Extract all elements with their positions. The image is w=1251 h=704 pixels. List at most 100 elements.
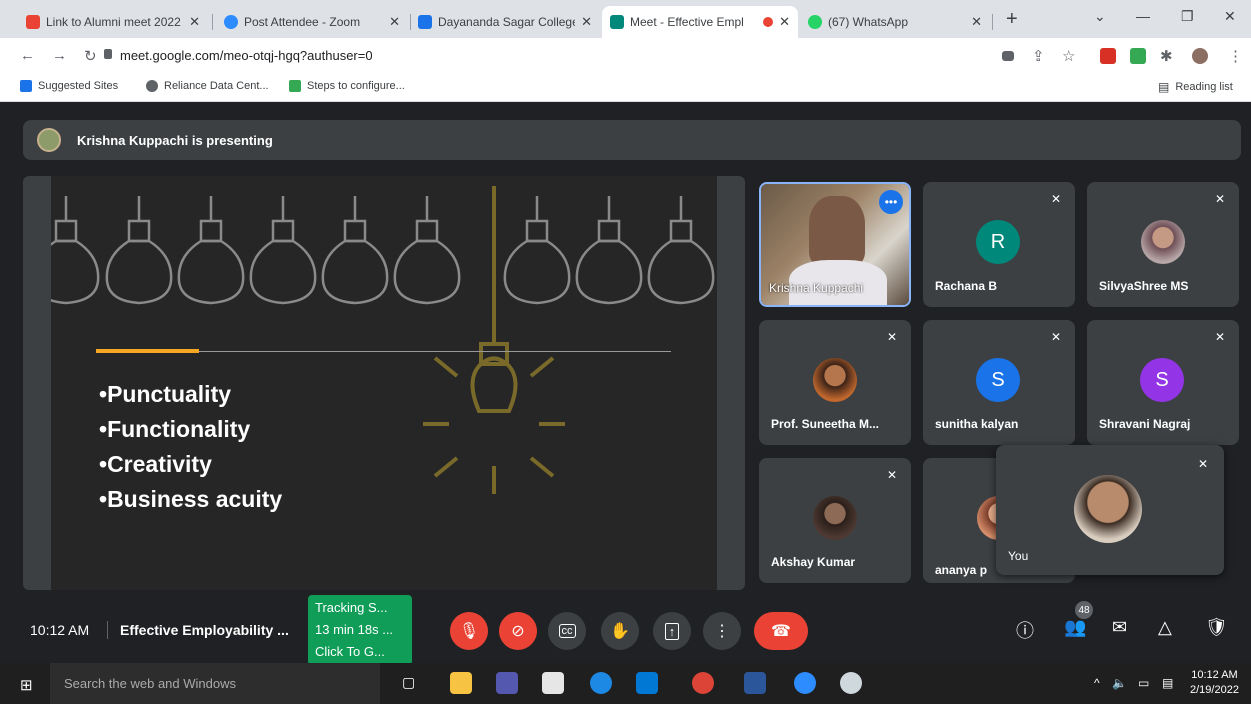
avatar <box>1141 220 1185 264</box>
action-center-icon[interactable]: ▤ <box>1162 676 1173 690</box>
file-explorer-icon[interactable] <box>450 672 472 694</box>
tab-search-icon[interactable]: ⌄ <box>1094 8 1106 25</box>
minimize-icon[interactable]: — <box>1136 8 1150 24</box>
tab-whatsapp[interactable]: (67) WhatsApp ✕ <box>800 6 990 38</box>
avatar: S <box>976 358 1020 402</box>
participant-tile-sunitha[interactable]: ✕ S sunitha kalyan <box>923 320 1075 445</box>
participant-tile-silvyashree[interactable]: ✕ SilvyaShree MS <box>1087 182 1239 307</box>
tab-alumni[interactable]: Link to Alumni meet 2022 ✕ <box>18 6 208 38</box>
mic-off-icon: ✕ <box>1214 330 1225 344</box>
more-options-button[interactable]: ⋮ <box>703 612 741 650</box>
mic-off-icon: 🎙 <box>458 623 480 640</box>
close-window-icon[interactable]: ✕ <box>1224 8 1236 25</box>
globe-icon <box>146 80 158 92</box>
app-icon[interactable] <box>840 672 862 694</box>
accent-line <box>96 349 199 353</box>
tracking-popup[interactable]: Tracking S... 13 min 18s ... Click To G.… <box>308 595 412 665</box>
back-icon[interactable]: ← <box>20 47 35 64</box>
bookmark-reliance[interactable]: Reliance Data Cent... <box>146 80 269 92</box>
bookmark-icon <box>20 80 32 92</box>
reload-icon[interactable]: ↻ <box>84 47 97 65</box>
camera-toggle-button[interactable]: ⊘ <box>499 612 537 650</box>
extensions-puzzle-icon[interactable]: ✱ <box>1160 47 1173 65</box>
camera-indicator-icon[interactable] <box>1002 51 1014 61</box>
meeting-clock: 10:12 AM <box>30 622 90 638</box>
browser-tab-bar: Link to Alumni meet 2022 ✕ Post Attendee… <box>0 0 1251 38</box>
presentation-area[interactable]: •Punctuality •Functionality •Creativity … <box>23 176 745 590</box>
whatsapp-icon <box>808 15 822 29</box>
participant-tile-suneetha[interactable]: ✕ Prof. Suneetha M... <box>759 320 911 445</box>
taskbar-clock[interactable]: 10:12 AM 2/19/2022 <box>1190 668 1239 698</box>
share-icon[interactable]: ⇪ <box>1032 47 1045 65</box>
zoom-icon <box>224 15 238 29</box>
tab-zoom[interactable]: Post Attendee - Zoom ✕ <box>216 6 408 38</box>
edge-icon[interactable] <box>590 672 612 694</box>
windows-taskbar: ⊞ Search the web and Windows ▢ ^ 🔈 ▭ ▤ 1… <box>0 663 1251 704</box>
teams-work-icon[interactable] <box>636 672 658 694</box>
taskbar-search-box[interactable]: Search the web and Windows <box>50 663 380 704</box>
people-icon[interactable]: 👥 <box>1064 617 1086 638</box>
menu-kebab-icon[interactable]: ⋮ <box>1228 47 1243 65</box>
meet-stage: Krishna Kuppachi is presenting •Punctual… <box>0 103 1251 663</box>
zoom-app-icon[interactable] <box>794 672 816 694</box>
close-tab-icon[interactable]: ✕ <box>779 14 790 30</box>
url-field[interactable]: meet.google.com/meo-otqj-hgq?authuser=0 <box>120 48 373 63</box>
bookmark-suggested-sites[interactable]: Suggested Sites <box>20 80 118 92</box>
task-view-icon[interactable]: ▢ <box>402 674 415 691</box>
tab-meet[interactable]: Meet - Effective Empl ✕ <box>602 6 798 38</box>
close-tab-icon[interactable]: ✕ <box>189 14 200 30</box>
present-button[interactable]: ↑ <box>653 612 691 650</box>
participant-tile-rachana[interactable]: ✕ R Rachana B <box>923 182 1075 307</box>
participant-tile-krishna[interactable]: ••• Krishna Kuppachi <box>759 182 911 307</box>
presenter-avatar <box>37 128 61 152</box>
reading-list-icon: ▤ <box>1158 80 1170 94</box>
network-icon[interactable]: ▭ <box>1138 676 1149 690</box>
raise-hand-button[interactable]: ✋ <box>601 612 639 650</box>
tab-dayananda[interactable]: Dayananda Sagar College ✕ <box>410 6 600 38</box>
new-tab-icon[interactable]: + <box>1006 8 1018 31</box>
extension-red-icon[interactable] <box>1100 48 1116 64</box>
participant-tile-shravani[interactable]: ✕ S Shravani Nagraj <box>1087 320 1239 445</box>
activities-icon[interactable]: △ <box>1158 617 1172 638</box>
leave-call-button[interactable]: ☎ <box>754 612 808 650</box>
present-screen-icon: ↑ <box>664 622 680 640</box>
teams-icon[interactable] <box>496 672 518 694</box>
windows-start-icon[interactable]: ⊞ <box>20 676 33 694</box>
volume-icon[interactable]: 🔈 <box>1112 676 1127 690</box>
host-controls-icon[interactable]: 🛡 <box>1205 617 1228 638</box>
bullet-item: •Functionality <box>99 416 251 442</box>
tray-chevron-icon[interactable]: ^ <box>1094 676 1100 690</box>
word-icon[interactable] <box>744 672 766 694</box>
bookmark-steps[interactable]: Steps to configure... <box>289 80 405 92</box>
profile-avatar[interactable] <box>1192 48 1208 64</box>
close-tab-icon[interactable]: ✕ <box>389 14 400 30</box>
meet-icon <box>610 15 624 29</box>
store-icon[interactable] <box>542 672 564 694</box>
calendar-icon <box>418 15 432 29</box>
reading-list-button[interactable]: ▤ Reading list <box>1158 80 1233 94</box>
lock-icon[interactable] <box>104 49 112 59</box>
self-view-tile[interactable]: ✕ You <box>996 445 1224 575</box>
presenting-banner: Krishna Kuppachi is presenting <box>23 120 1241 160</box>
close-tab-icon[interactable]: ✕ <box>971 14 982 30</box>
extension-check-icon[interactable] <box>1130 48 1146 64</box>
captions-button[interactable]: cc <box>548 612 586 650</box>
more-options-icon[interactable]: ••• <box>879 190 903 214</box>
self-avatar <box>1074 475 1142 543</box>
bookmark-star-icon[interactable]: ☆ <box>1062 47 1075 65</box>
gmail-icon <box>26 15 40 29</box>
microphone-toggle-button[interactable]: 🎙 <box>450 612 488 650</box>
chrome-icon[interactable] <box>692 672 714 694</box>
camera-off-icon: ⊘ <box>511 623 525 640</box>
restore-icon[interactable]: ❐ <box>1181 8 1194 25</box>
mic-off-icon: ✕ <box>1050 330 1061 344</box>
meeting-title: Effective Employability ... <box>120 622 289 638</box>
meeting-details-icon[interactable]: ⓘ <box>1016 617 1034 643</box>
mic-off-icon: ✕ <box>1050 192 1061 206</box>
more-vert-icon: ⋮ <box>714 623 730 640</box>
avatar: S <box>1140 358 1184 402</box>
participant-tile-akshay[interactable]: ✕ Akshay Kumar <box>759 458 911 583</box>
close-tab-icon[interactable]: ✕ <box>581 14 592 30</box>
chat-icon[interactable]: ✉ <box>1112 617 1127 638</box>
forward-icon[interactable]: → <box>52 47 67 64</box>
